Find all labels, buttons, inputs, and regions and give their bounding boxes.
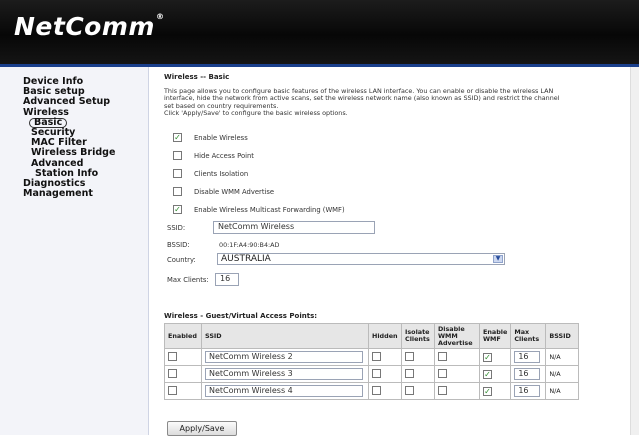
table-row: NetComm Wireless 3 ✓ 16 N/A: [164, 365, 580, 383]
country-select[interactable]: AUSTRALIA ▼: [217, 253, 505, 265]
col-isolate-header: Isolate Clients: [401, 323, 435, 349]
enable-wireless-checkbox[interactable]: ✓: [173, 133, 182, 142]
country-label: Country:: [167, 256, 196, 264]
header-banner: NetComm®: [0, 0, 639, 64]
col-bssid-header: BSSID: [545, 323, 580, 349]
hide-access-point-label: Hide Access Point: [194, 152, 254, 160]
table-row: NetComm Wireless 2 ✓ 16 N/A: [164, 348, 580, 366]
guest-hidden-checkbox[interactable]: [372, 351, 381, 361]
guest-max-clients-input[interactable]: 16: [514, 385, 541, 397]
hide-access-point-checkbox[interactable]: [173, 151, 182, 160]
bssid-value: 00:1F:A4:90:B4:AD: [219, 241, 280, 249]
description-line: Click 'Apply/Save' to configure the basi…: [164, 109, 348, 118]
guest-disable-wmm-checkbox[interactable]: [438, 351, 447, 361]
col-ssid-header: SSID: [201, 323, 369, 349]
enable-wireless-label: Enable Wireless: [194, 134, 248, 142]
clients-isolation-checkbox[interactable]: [173, 169, 182, 178]
col-disable-wmm-header: Disable WMM Advertise: [434, 323, 480, 349]
sidebar-nav: Device Info Basic setup Advanced Setup W…: [23, 76, 115, 199]
guest-disable-wmm-checkbox[interactable]: [438, 385, 447, 395]
table-header-row: Enabled SSID Hidden Isolate Clients Disa…: [164, 323, 580, 349]
check-icon: ✓: [484, 369, 491, 379]
max-clients-input[interactable]: 16: [215, 273, 239, 286]
guest-ap-title: Wireless - Guest/Virtual Access Points:: [164, 312, 318, 320]
check-icon: ✓: [484, 386, 491, 396]
sidebar-item-management[interactable]: Management: [23, 189, 115, 199]
country-selected-value: AUSTRALIA: [221, 254, 271, 264]
check-icon: ✓: [484, 352, 491, 362]
guest-hidden-checkbox[interactable]: [372, 385, 381, 395]
guest-disable-wmm-checkbox[interactable]: [438, 368, 447, 378]
netcomm-logo: NetComm®: [14, 12, 165, 41]
guest-bssid-value: N/A: [545, 365, 580, 383]
guest-wmf-checkbox[interactable]: ✓: [483, 352, 492, 362]
guest-ap-table: Enabled SSID Hidden Isolate Clients Disa…: [164, 323, 580, 400]
clients-isolation-label: Clients Isolation: [194, 170, 249, 178]
guest-wmf-checkbox[interactable]: ✓: [483, 386, 492, 396]
guest-isolate-checkbox[interactable]: [405, 351, 414, 361]
guest-bssid-value: N/A: [545, 348, 580, 366]
col-hidden-header: Hidden: [368, 323, 402, 349]
col-enabled-header: Enabled: [164, 323, 202, 349]
ssid-label: SSID:: [167, 224, 186, 232]
guest-ssid-input[interactable]: NetComm Wireless 2: [205, 351, 363, 363]
apply-save-button[interactable]: Apply/Save: [167, 421, 237, 436]
page-title: Wireless -- Basic: [164, 73, 230, 81]
col-max-clients-header: Max Clients: [510, 323, 547, 349]
guest-hidden-checkbox[interactable]: [372, 368, 381, 378]
guest-bssid-value: N/A: [545, 382, 580, 400]
page-description: This page allows you to configure basic …: [164, 87, 634, 118]
guest-enabled-checkbox[interactable]: [168, 368, 177, 378]
guest-isolate-checkbox[interactable]: [405, 385, 414, 395]
guest-max-clients-input[interactable]: 16: [514, 368, 541, 380]
guest-ssid-input[interactable]: NetComm Wireless 4: [205, 385, 363, 397]
ssid-input[interactable]: NetComm Wireless: [213, 221, 375, 234]
guest-max-clients-input[interactable]: 16: [514, 351, 541, 363]
bssid-label: BSSID:: [167, 241, 190, 249]
disable-wmm-advertise-checkbox[interactable]: [173, 187, 182, 196]
max-clients-label: Max Clients:: [167, 276, 209, 284]
check-icon: ✓: [174, 133, 181, 142]
check-icon: ✓: [174, 205, 181, 214]
guest-ssid-input[interactable]: NetComm Wireless 3: [205, 368, 363, 380]
table-row: NetComm Wireless 4 ✓ 16 N/A: [164, 382, 580, 400]
main-content: Wireless -- Basic This page allows you t…: [149, 67, 639, 436]
enable-wmf-checkbox[interactable]: ✓: [173, 205, 182, 214]
disable-wmm-advertise-label: Disable WMM Advertise: [194, 188, 275, 196]
enable-wmf-label: Enable Wireless Multicast Forwarding (WM…: [194, 206, 345, 214]
guest-isolate-checkbox[interactable]: [405, 368, 414, 378]
guest-enabled-checkbox[interactable]: [168, 385, 177, 395]
guest-enabled-checkbox[interactable]: [168, 351, 177, 361]
guest-wmf-checkbox[interactable]: ✓: [483, 369, 492, 379]
chevron-down-icon[interactable]: ▼: [493, 255, 503, 263]
col-wmf-header: Enable WMF: [478, 323, 512, 349]
vertical-scrollbar[interactable]: [630, 67, 639, 435]
sidebar: Device Info Basic setup Advanced Setup W…: [0, 67, 149, 435]
